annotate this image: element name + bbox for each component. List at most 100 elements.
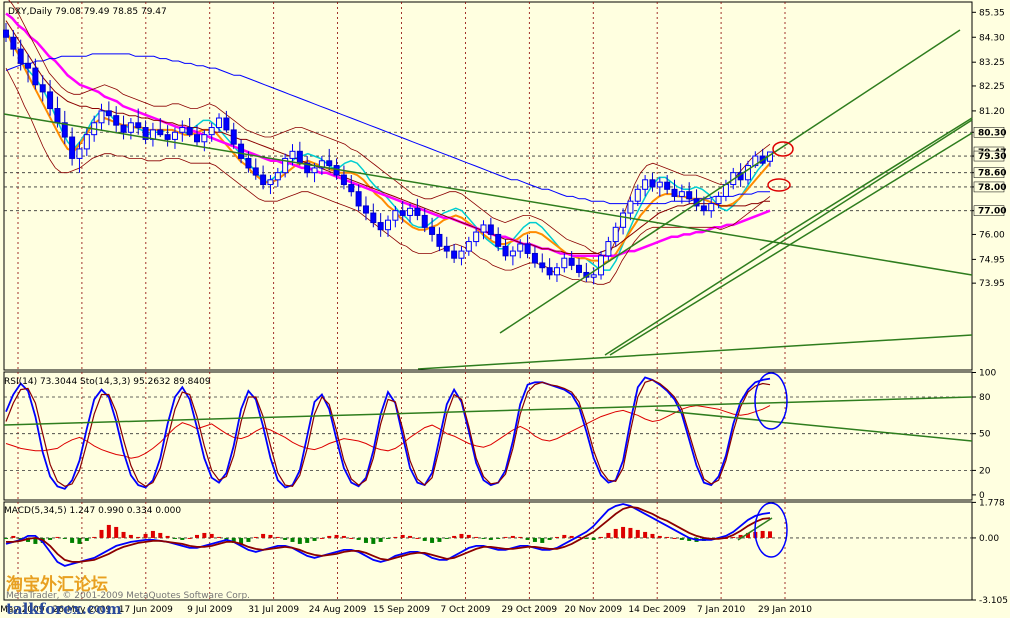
- macd-histogram-bar: [444, 537, 449, 539]
- macd-histogram-bar: [532, 537, 537, 542]
- x-tick-label: 31 Jul 2009: [248, 605, 299, 615]
- candle-body: [634, 188, 641, 202]
- candle-body: [722, 184, 729, 197]
- macd-histogram-bar: [217, 536, 222, 538]
- macd-histogram-bar: [246, 537, 251, 542]
- candle-body: [487, 224, 494, 235]
- candle-body: [32, 67, 39, 86]
- macd-histogram-bar: [165, 535, 170, 538]
- oscillator-panel-info: RSI(14) 73.3044 Sto(14,3,3) 95.2632 89.8…: [4, 377, 211, 387]
- x-tick-label: 7 Oct 2009: [440, 605, 490, 615]
- macd-histogram-bar: [393, 536, 398, 538]
- y-tick-label: 20: [979, 466, 991, 476]
- macd-panel-info: MACD(5,34,5) 1.247 0.990 0.334 0.000: [4, 506, 181, 516]
- x-tick-label: 29 Oct 2009: [502, 605, 558, 615]
- candle-body: [105, 110, 112, 117]
- macd-histogram-bar: [55, 536, 60, 538]
- candle-body: [502, 245, 509, 257]
- candle-body: [25, 62, 32, 69]
- candle-body: [539, 262, 546, 269]
- macd-histogram-bar: [283, 537, 288, 540]
- macd-histogram-bar: [11, 535, 16, 538]
- macd-histogram-bar: [70, 537, 75, 543]
- macd-histogram-bar: [84, 537, 89, 541]
- macd-histogram-bar: [643, 531, 648, 538]
- candle-body: [451, 250, 458, 259]
- trading-chart: 85.35 84.30 83.25 82.25 81.20 80.30 79.30 78.60…: [0, 0, 1010, 618]
- y-tick-label: 85.35: [979, 8, 1005, 18]
- macd-histogram-bar: [195, 534, 199, 538]
- macd-histogram-bar: [437, 537, 442, 542]
- candle-body: [546, 267, 553, 276]
- macd-histogram-bar: [187, 537, 192, 539]
- macd-histogram-bar: [665, 536, 670, 538]
- macd-histogram-bar: [621, 526, 626, 538]
- watermark-site: talkforex.com: [6, 600, 122, 618]
- macd-histogram-bar: [510, 535, 515, 538]
- macd-histogram-bar: [768, 531, 772, 538]
- macd-histogram-bar: [4, 537, 8, 539]
- macd-histogram-bar: [452, 535, 457, 538]
- x-tick-label: 14 Dec 2009: [628, 605, 686, 615]
- candle-body: [524, 243, 531, 254]
- candle-body: [267, 179, 274, 186]
- macd-histogram-bar: [297, 537, 302, 544]
- candle-body: [208, 127, 215, 136]
- macd-histogram-bar: [400, 534, 405, 538]
- candle-body: [436, 233, 443, 247]
- y-tick-label: 76.00: [979, 230, 1005, 240]
- candle-body: [664, 181, 671, 190]
- y-tick-label: 73.95: [979, 279, 1005, 289]
- macd-histogram-bar: [591, 537, 596, 540]
- candle-body: [377, 222, 384, 231]
- macd-histogram-bar: [327, 535, 332, 538]
- macd-histogram-bar: [128, 534, 133, 538]
- price-panel-info: DXY,Daily 79.08 79.49 78.85 79.47: [8, 7, 167, 17]
- macd-histogram-bar: [202, 532, 207, 538]
- macd-histogram-bar: [253, 536, 258, 538]
- macd-histogram-bar: [106, 524, 111, 538]
- candle-body: [127, 122, 134, 133]
- macd-histogram-bar: [121, 531, 126, 538]
- candle-body: [708, 203, 715, 212]
- candle-body: [194, 134, 200, 143]
- macd-histogram-bar: [386, 537, 390, 539]
- candle-body: [113, 115, 120, 126]
- macd-histogram-bar: [268, 534, 273, 538]
- candle-body: [392, 210, 399, 221]
- candle-body: [362, 205, 369, 214]
- macd-histogram-bar: [349, 537, 354, 539]
- y-tick-label: 82.25: [979, 82, 1005, 92]
- candle-body: [473, 231, 480, 243]
- candle-body: [370, 212, 377, 224]
- level-badge-label: 79.30: [978, 152, 1006, 162]
- candle-body: [252, 167, 259, 176]
- macd-histogram-bar: [525, 537, 530, 540]
- candle-body: [620, 212, 627, 228]
- macd-histogram-bar: [209, 533, 214, 538]
- macd-histogram-bar: [613, 528, 618, 538]
- candle-body: [627, 200, 634, 214]
- candle-body: [509, 250, 516, 257]
- candle-body: [10, 36, 17, 50]
- candle-body: [671, 188, 678, 197]
- candle-body: [47, 91, 54, 110]
- macd-histogram-bar: [62, 537, 67, 539]
- macd-histogram-bar: [143, 533, 148, 538]
- macd-histogram-bar: [172, 537, 177, 539]
- macd-histogram-bar: [679, 537, 684, 540]
- candle-body: [355, 191, 362, 207]
- macd-histogram-bar: [114, 526, 119, 538]
- candle-body: [458, 250, 465, 259]
- macd-histogram-bar: [430, 537, 435, 543]
- candle-body: [715, 195, 722, 205]
- y-tick-label: 1.778: [979, 498, 1005, 508]
- candle-body: [216, 117, 223, 129]
- macd-histogram-bar: [371, 537, 376, 544]
- candle-body: [120, 124, 127, 133]
- macd-histogram-bar: [415, 537, 420, 539]
- candle-body: [245, 157, 252, 169]
- candle-body: [443, 245, 450, 252]
- level-badge-label: 80.30: [978, 128, 1006, 138]
- macd-histogram-bar: [599, 536, 604, 538]
